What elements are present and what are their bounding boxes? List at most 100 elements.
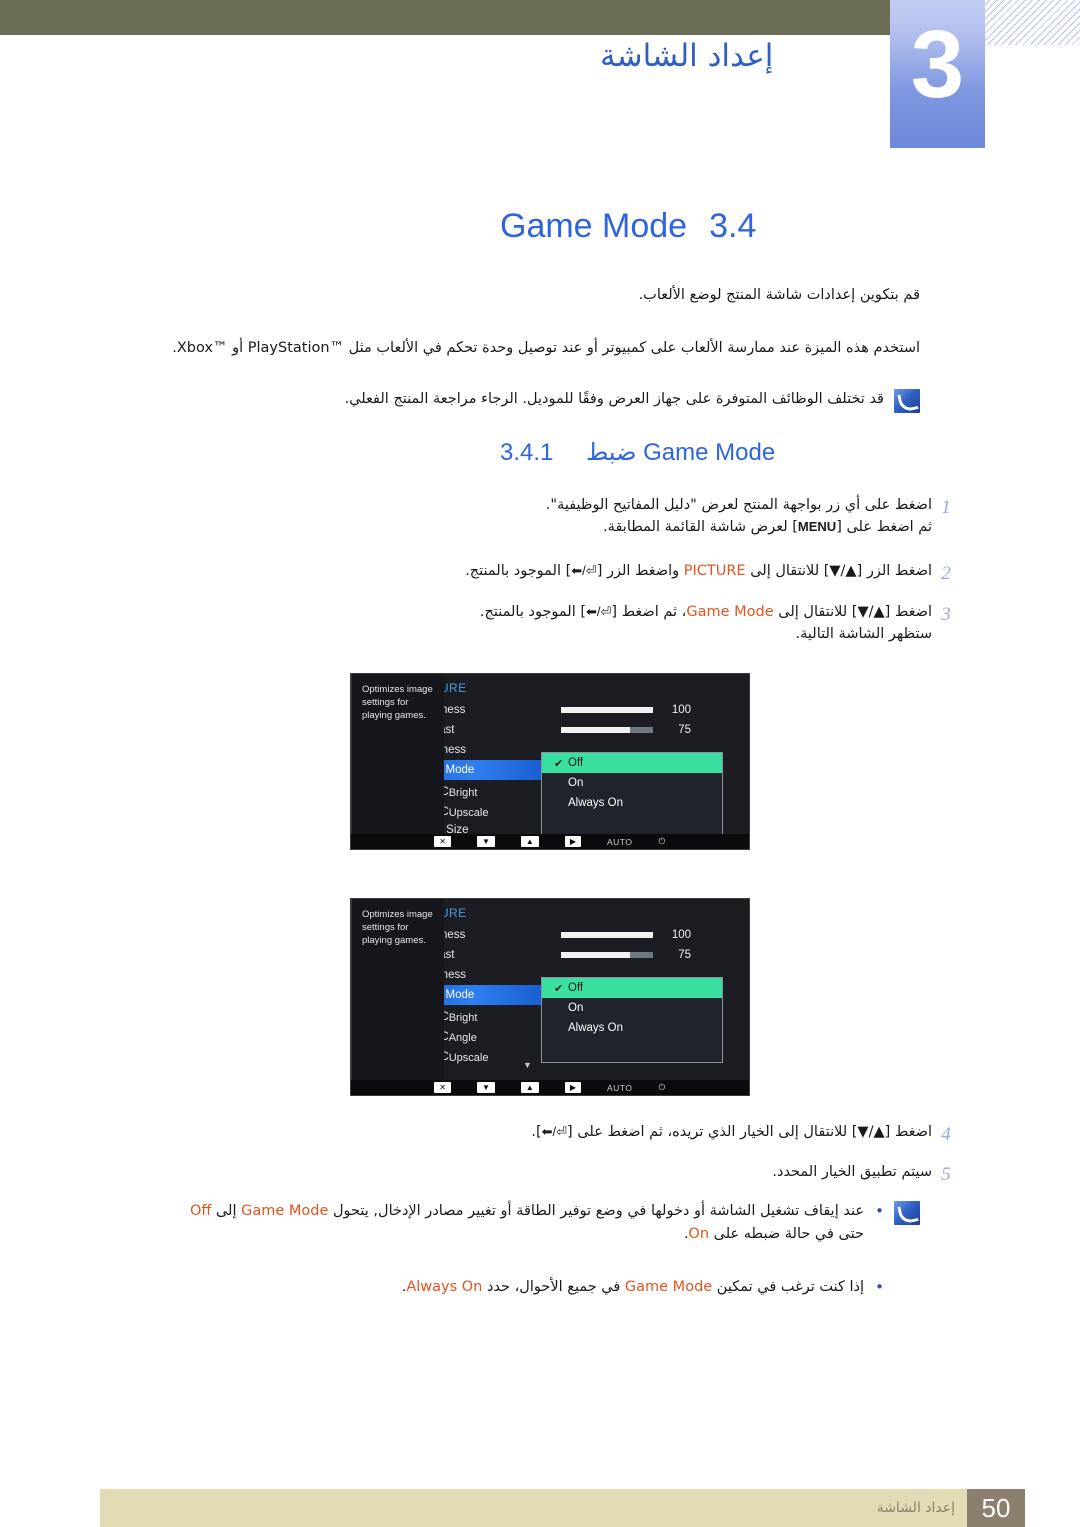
bullet-1-term3: On — [688, 1226, 710, 1243]
section-number: 3.4 — [709, 207, 757, 245]
down-button[interactable]: ▼ — [477, 1082, 495, 1093]
osd-screenshot-first: i PICTURE Brightness100Contrast75Sharpne… — [350, 673, 750, 850]
step-4: 4 اضغط [▲/▼] للانتقال إلى الخيار الذي تر… — [160, 1121, 960, 1149]
enter-button[interactable]: ▶ — [564, 836, 581, 847]
step-3-number: 3 — [941, 604, 951, 625]
step-4-post: ]. — [531, 1124, 542, 1140]
header-bar — [0, 0, 890, 35]
step-3-text: اضغط [▲/▼] للانتقال إلى Game Mode، ثم اض… — [172, 601, 932, 645]
step-2-text: اضغط الزر [▲/▼] للانتقال إلى PICTURE واض… — [172, 560, 932, 582]
note-bullets: عند إيقاف تشغيل الشاشة أو دخولها في وضع … — [160, 1199, 920, 1300]
header-stripes-decoration — [985, 0, 1080, 45]
up-button[interactable]: ▲ — [520, 1082, 539, 1093]
dropdown-option-always-on-label: Always On — [568, 797, 623, 809]
dropdown-option-on[interactable]: On — [542, 773, 722, 793]
subsection-heading: Game Mode ضبط 3.4.1 — [500, 438, 970, 467]
footer-chapter-label: إعداد الشاشة — [876, 1500, 955, 1516]
auto-button[interactable]: AUTO — [607, 1083, 632, 1093]
bullet-1-post: حتى في حالة ضبطه على — [709, 1226, 864, 1243]
dropdown-option-off[interactable]: ✔ Off — [542, 753, 722, 773]
osd-slider[interactable] — [561, 727, 653, 733]
osd-slider[interactable] — [561, 932, 653, 938]
bullet-item-2: إذا كنت ترغب في تمكين Game Mode في جميع … — [162, 1275, 884, 1299]
menu-key-label: MENU — [797, 519, 837, 535]
close-button[interactable]: ✕ — [434, 836, 451, 847]
enter-button-glyph: ▶ — [564, 836, 581, 847]
dropdown-option-always-on-label: Always On — [568, 1022, 623, 1034]
step-4-keys: ⏎/⬅ — [541, 1124, 568, 1139]
subsection-title-ar: ضبط — [586, 439, 637, 466]
osd-screenshot-second: i PICTURE Brightness100Contrast75Sharpne… — [350, 898, 750, 1096]
bullet-2-term2: Always On — [406, 1279, 483, 1296]
section-heading: Game Mode 3.4 — [500, 207, 1020, 246]
step-5-text: سيتم تطبيق الخيار المحدد. — [772, 1164, 932, 1180]
bullet-1-term1: Game Mode — [241, 1203, 329, 1219]
osd-help-text-2: Optimizes image settings for playing gam… — [362, 909, 433, 946]
step-1-line2-post: ] لعرض شاشة القائمة المطابقة. — [603, 519, 798, 536]
step-4-pre: اضغط [▲/▼] للانتقال إلى الخيار الذي تريد… — [567, 1124, 932, 1140]
osd-row-brightness[interactable]: Brightness100 — [393, 925, 749, 945]
power-button[interactable]: ⏻ — [658, 836, 665, 847]
dropdown-option-on[interactable]: On — [542, 998, 722, 1018]
footer-page-number: 50 — [967, 1489, 1025, 1527]
step-2-target: PICTURE — [683, 563, 746, 579]
step-2-keys: ⏎/⬅ — [571, 563, 597, 578]
dropdown-option-on-label: On — [568, 777, 584, 789]
step-3-pre: اضغط [▲/▼] للانتقال إلى — [773, 604, 932, 620]
game-mode-dropdown-1[interactable]: ✔ Off On Always On — [541, 752, 723, 838]
section-title-text: Game Mode — [500, 207, 688, 245]
dropdown-option-always-on[interactable]: Always On — [542, 1018, 722, 1038]
osd-slider[interactable] — [561, 952, 653, 958]
osd-menu-panel-1: PICTURE Brightness100Contrast75Sharpness… — [393, 674, 749, 849]
step-3-keys: ⏎/⬅ — [586, 604, 612, 619]
magic-suffix: Bright — [448, 786, 478, 799]
section-intro: قم بتكوين إعدادات شاشة المنتج لوضع الألع… — [638, 287, 920, 303]
enter-button[interactable]: ▶ — [564, 1082, 581, 1093]
bullet-item-1: عند إيقاف تشغيل الشاشة أو دخولها في وضع … — [162, 1199, 884, 1246]
magic-suffix: Upscale — [448, 1051, 489, 1064]
osd-button-bar-1: ✕ ▼ ▲ ▶ AUTO ⏻ — [351, 834, 749, 849]
step-4-text: اضغط [▲/▼] للانتقال إلى الخيار الذي تريد… — [172, 1121, 932, 1143]
osd-menu-panel-2: PICTURE Brightness100Contrast75Sharpness… — [393, 899, 749, 1095]
osd-row-contrast[interactable]: Contrast75 — [393, 945, 749, 965]
step-1-line1: اضغط على أي زر بواجهة المنتج لعرض "دليل … — [545, 497, 932, 513]
step-2-number: 2 — [941, 563, 951, 584]
game-mode-dropdown-2[interactable]: ✔ Off On Always On — [541, 977, 723, 1063]
step-1-number: 1 — [941, 497, 951, 518]
step-5-number: 5 — [941, 1164, 951, 1185]
osd-slider[interactable] — [561, 707, 653, 713]
step-2-pre: اضغط الزر [▲/▼] للانتقال إلى — [745, 563, 932, 579]
osd-row-brightness[interactable]: Brightness100 — [393, 700, 749, 720]
up-button[interactable]: ▲ — [520, 836, 539, 847]
power-button[interactable]: ⏻ — [658, 1082, 665, 1093]
osd-help-panel-1: Optimizes image settings for playing gam… — [351, 674, 444, 849]
step-1-line2-pre: ثم اضغط على [ — [836, 519, 932, 536]
down-button[interactable]: ▼ — [477, 836, 495, 847]
auto-button[interactable]: AUTO — [607, 837, 632, 847]
down-button-glyph: ▼ — [477, 1082, 495, 1093]
step-4-number: 4 — [941, 1124, 951, 1145]
bullet-1-pre: عند إيقاف تشغيل الشاشة أو دخولها في وضع … — [328, 1203, 864, 1219]
osd-button-bar-2: ✕ ▼ ▲ ▶ AUTO ⏻ — [351, 1080, 749, 1095]
dropdown-option-off[interactable]: ✔ Off — [542, 978, 722, 998]
bullet-1-term2: Off — [189, 1203, 212, 1219]
step-2: 2 اضغط الزر [▲/▼] للانتقال إلى PICTURE و… — [160, 560, 960, 588]
note-model-varies: قد تختلف الوظائف المتوفرة على جهاز العرض… — [160, 388, 920, 413]
down-button-glyph: ▼ — [477, 836, 495, 847]
auto-button-glyph: AUTO — [607, 836, 633, 847]
dropdown-option-always-on[interactable]: Always On — [542, 793, 722, 813]
check-icon: ✔ — [554, 982, 564, 995]
step-5: 5 سيتم تطبيق الخيار المحدد. — [160, 1161, 960, 1189]
note-text: قد تختلف الوظائف المتوفرة على جهاز العرض… — [344, 391, 884, 407]
up-button-glyph: ▲ — [520, 1082, 539, 1093]
close-button[interactable]: ✕ — [434, 1082, 451, 1093]
dropdown-option-off-label: Off — [568, 757, 584, 769]
magic-suffix: Angle — [448, 1031, 477, 1044]
samsung-note-icon — [894, 1201, 920, 1225]
subsection-number: 3.4.1 — [500, 439, 554, 466]
osd-slider-value: 75 — [678, 724, 691, 736]
note-bullet-body: عند إيقاف تشغيل الشاشة أو دخولها في وضع … — [162, 1199, 884, 1300]
step-3-mid: ، ثم اضغط [ — [611, 604, 687, 620]
power-button-glyph: ⏻ — [658, 836, 666, 846]
osd-row-contrast[interactable]: Contrast75 — [393, 720, 749, 740]
